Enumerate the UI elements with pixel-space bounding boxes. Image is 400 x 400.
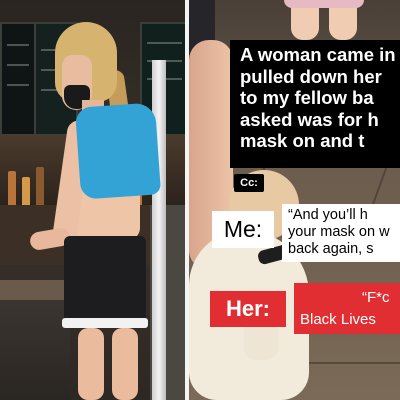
woman-figure xyxy=(0,0,185,400)
me-label: Me: xyxy=(212,211,274,248)
cc-label: Cc: xyxy=(234,174,264,192)
left-photo-panel xyxy=(0,0,185,400)
caption-text: A woman came in pulled down her to my fe… xyxy=(240,44,396,151)
leg xyxy=(112,328,138,400)
meme-image: A woman came in pulled down her to my fe… xyxy=(0,0,400,400)
me-quote-text: “And you’ll h your mask on w back again,… xyxy=(288,207,390,257)
her-label: Her: xyxy=(210,291,286,327)
pink-shorts xyxy=(284,0,364,8)
leg xyxy=(78,328,104,400)
shorts-trim xyxy=(62,318,148,328)
her-quote-text: “F*c Black Lives xyxy=(300,289,390,328)
black-shorts xyxy=(64,236,146,328)
blue-crop-top xyxy=(74,102,162,200)
